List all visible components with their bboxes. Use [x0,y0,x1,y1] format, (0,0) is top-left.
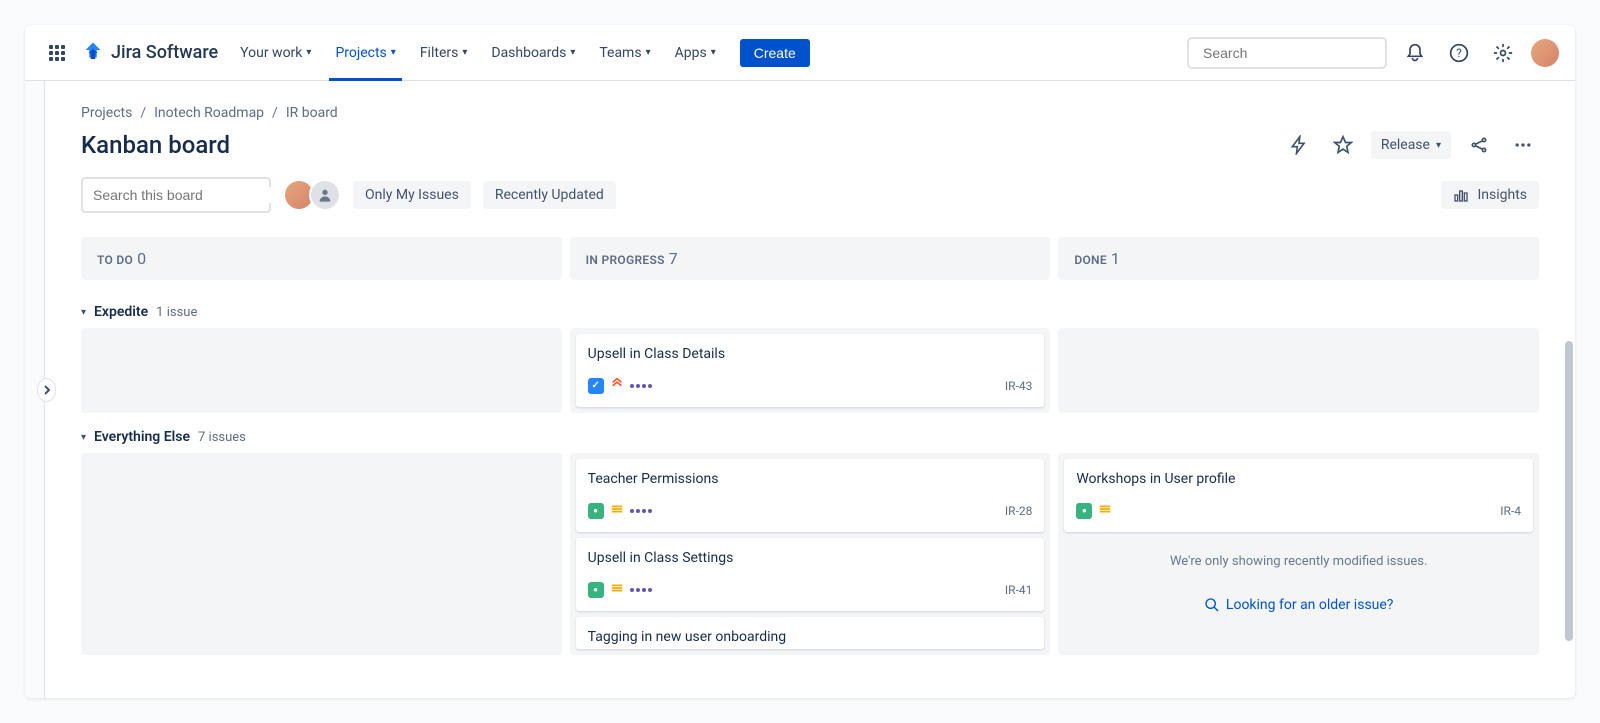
chevron-down-icon: ▾ [462,47,467,58]
issue-key: IR-41 [1005,583,1032,597]
insights-button[interactable]: Insights [1441,181,1539,209]
older-issue-link[interactable]: Looking for an older issue? [1064,591,1533,619]
recently-updated-filter[interactable]: Recently Updated [483,181,616,209]
breadcrumb: Projects / Inotech Roadmap / IR board [81,105,1539,121]
issue-card[interactable]: Tagging in new user onboarding [576,617,1045,649]
unassigned-avatar[interactable] [309,179,341,211]
progress-dots [630,509,652,513]
done-placeholder-message: We're only showing recently modified iss… [1064,538,1533,585]
medium-priority-icon [1098,501,1112,520]
issue-key: IR-43 [1005,379,1032,393]
notifications-icon[interactable] [1399,37,1431,69]
chevron-down-icon: ▾ [711,47,716,58]
issue-card[interactable]: Teacher Permissions IR-28 [576,459,1045,532]
sidebar-expand-button[interactable] [37,378,56,402]
swimlane-cell-inprogress[interactable]: Teacher Permissions IR-28 Upsell in Clas… [570,453,1051,655]
nav-teams[interactable]: Teams▾ [589,37,660,69]
nav-your-work[interactable]: Your work▾ [230,37,321,69]
help-icon[interactable]: ? [1443,37,1475,69]
settings-icon[interactable] [1487,37,1519,69]
create-button[interactable]: Create [740,39,810,67]
release-button[interactable]: Release ▾ [1371,131,1451,159]
vertical-scrollbar[interactable] [1565,341,1573,641]
nav-dashboards[interactable]: Dashboards▾ [481,37,585,69]
svg-text:?: ? [1456,46,1462,60]
story-icon [1076,503,1092,519]
assignee-filter[interactable] [283,179,341,211]
board-title: Kanban board [81,131,230,159]
global-search[interactable] [1187,37,1387,69]
issue-key: IR-28 [1005,504,1032,518]
column-header-done: DONE1 [1058,237,1539,280]
chevron-down-icon: ▾ [306,47,311,58]
chevron-down-icon: ▾ [1436,140,1441,151]
automation-icon[interactable] [1283,129,1315,161]
breadcrumb-project-name[interactable]: Inotech Roadmap [154,105,264,121]
chevron-down-icon: ▾ [391,47,396,58]
story-icon [588,503,604,519]
breadcrumb-board[interactable]: IR board [286,105,338,121]
jira-logo[interactable]: Jira Software [81,41,218,65]
insights-icon [1453,187,1469,203]
nav-filters[interactable]: Filters▾ [410,37,478,69]
chevron-right-icon [42,385,52,395]
swimlane-header-everything-else[interactable]: ▾ Everything Else 7 issues [81,421,1539,453]
chevron-down-icon: ▾ [570,47,575,58]
breadcrumb-projects[interactable]: Projects [81,105,132,121]
highest-priority-icon [610,376,624,395]
board-search-input[interactable] [93,187,274,203]
only-my-issues-filter[interactable]: Only My Issues [353,181,471,209]
swimlane-cell-inprogress[interactable]: Upsell in Class Details IR-43 [570,328,1051,413]
chevron-down-icon: ▾ [646,47,651,58]
nav-apps[interactable]: Apps▾ [665,37,726,69]
swimlane-cell-todo[interactable] [81,328,562,413]
sidebar-rail [25,81,45,698]
top-navigation: Jira Software Your work▾ Projects▾ Filte… [25,25,1575,81]
issue-card[interactable]: Upsell in Class Settings IR-41 [576,538,1045,611]
column-header-inprogress: IN PROGRESS7 [570,237,1051,280]
more-icon[interactable] [1507,129,1539,161]
star-icon[interactable] [1327,129,1359,161]
app-switcher-icon[interactable] [41,37,73,69]
board-search[interactable] [81,177,271,213]
jira-logo-icon [81,41,105,65]
progress-dots [630,384,652,388]
search-input[interactable] [1203,45,1384,61]
task-icon [588,378,604,394]
medium-priority-icon [610,580,624,599]
chevron-down-icon[interactable]: ▾ [81,307,86,318]
column-header-todo: TO DO0 [81,237,562,280]
chevron-down-icon[interactable]: ▾ [81,432,86,443]
swimlane-header-expedite[interactable]: ▾ Expedite 1 issue [81,296,1539,328]
person-icon [317,187,333,203]
progress-dots [630,588,652,592]
swimlane-cell-done[interactable] [1058,328,1539,413]
issue-key: IR-4 [1500,504,1521,518]
nav-projects[interactable]: Projects▾ [325,37,405,69]
profile-avatar[interactable] [1531,39,1559,67]
medium-priority-icon [610,501,624,520]
logo-text: Jira Software [111,42,218,63]
issue-card[interactable]: Workshops in User profile IR-4 [1064,459,1533,532]
swimlane-cell-todo[interactable] [81,453,562,655]
share-icon[interactable] [1463,129,1495,161]
search-icon [1204,597,1220,613]
issue-card[interactable]: Upsell in Class Details IR-43 [576,334,1045,407]
swimlane-cell-done[interactable]: Workshops in User profile IR-4 We're onl… [1058,453,1539,655]
story-icon [588,582,604,598]
